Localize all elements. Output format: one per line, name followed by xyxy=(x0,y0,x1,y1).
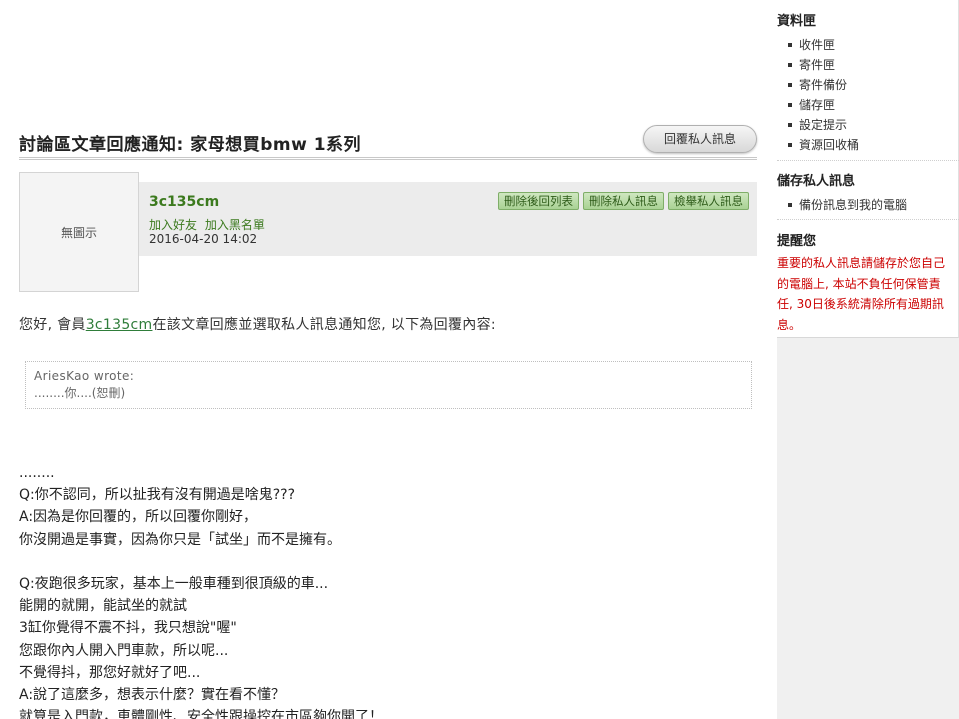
body-line: 能開的就開，能試坐的就試 xyxy=(19,598,187,615)
quote-block: AriesKao wrote: ........你....(恕刪) xyxy=(25,361,752,409)
add-friend-link[interactable]: 加入好友 xyxy=(149,218,197,232)
save-title: 儲存私人訊息 xyxy=(777,174,856,189)
add-blacklist-link[interactable]: 加入黑名單 xyxy=(205,218,265,232)
message-date: 2016-04-20 14:02 xyxy=(149,232,258,246)
quote-text: ........你....(恕刪) xyxy=(34,386,126,400)
reply-body: ........ Q:你不認同，所以扯我有沒有開過是啥鬼??? A:因為是你回覆… xyxy=(19,462,757,719)
quote-author: AriesKao wrote: xyxy=(34,369,135,383)
folder-outbox[interactable]: 寄件匣 xyxy=(777,55,959,75)
sidebar-divider xyxy=(777,219,959,220)
save-list: 備份訊息到我的電腦 xyxy=(777,195,959,215)
folder-trash[interactable]: 資源回收桶 xyxy=(777,135,959,155)
reminder-line: 重要的私人訊息請儲存於您自己 xyxy=(777,256,946,270)
delete-pm-button[interactable]: 刪除私人訊息 xyxy=(583,192,664,210)
reminder-line: 的電腦上, 本站不負任何保管責 xyxy=(777,276,941,291)
body-line xyxy=(19,551,757,573)
delete-back-button[interactable]: 刪除後回列表 xyxy=(498,192,579,210)
body-line: 3缸你覺得不震不抖，我只想說"喔" xyxy=(19,620,237,637)
folders-title: 資料匣 xyxy=(777,14,817,29)
intro-before: 您好, 會員 xyxy=(19,317,86,333)
body-line: 不覺得抖，那您好就好了吧... xyxy=(19,664,201,681)
message-actions: 刪除後回列表 刪除私人訊息 檢舉私人訊息 xyxy=(498,192,749,210)
body-line: 就算是入門款，車體剛性、安全性跟操控在市區夠你開了！ xyxy=(19,709,383,719)
main-content: 討論區文章回應通知: 家母想買bmw 1系列 回覆私人訊息 無圖示 3c135c… xyxy=(19,0,757,719)
body-line: 您跟你內人開入門車款，所以呢... xyxy=(19,642,229,659)
title-bar: 討論區文章回應通知: 家母想買bmw 1系列 回覆私人訊息 xyxy=(19,124,757,160)
sidebar-divider xyxy=(777,160,959,161)
save-section: 儲存私人訊息 備份訊息到我的電腦 xyxy=(777,170,959,215)
avatar: 無圖示 xyxy=(19,172,139,292)
reply-pm-button[interactable]: 回覆私人訊息 xyxy=(643,125,757,153)
sender-links: 加入好友 加入黑名單 xyxy=(149,216,269,233)
report-pm-button[interactable]: 檢舉私人訊息 xyxy=(668,192,749,210)
sender-panel: 無圖示 3c135cm 加入好友 加入黑名單 2016-04-20 14:02 … xyxy=(19,172,757,292)
body-line: ........ xyxy=(19,465,55,481)
body-line: Q:夜跑很多玩家，基本上一般車種到很頂級的車... xyxy=(19,575,329,592)
intro-after: 在該文章回應並選取私人訊息通知您, 以下為回覆內容: xyxy=(152,317,496,333)
body-line: A:因為是你回覆的，所以回覆你剛好， xyxy=(19,509,258,526)
reminder-line: 息。 xyxy=(777,317,802,332)
folders-section: 資料匣 收件匣 寄件匣 寄件備份 儲存匣 設定提示 資源回收桶 xyxy=(777,10,959,155)
folders-list: 收件匣 寄件匣 寄件備份 儲存匣 設定提示 資源回收桶 xyxy=(777,35,959,155)
body-line: Q:你不認同，所以扯我有沒有開過是啥鬼??? xyxy=(19,487,296,504)
folder-inbox[interactable]: 收件匣 xyxy=(777,35,959,55)
reminder-line: 任, 30日後系統清除所有過期訊 xyxy=(777,297,944,311)
backup-to-computer-link[interactable]: 備份訊息到我的電腦 xyxy=(777,195,959,215)
body-line: 你沒開過是事實，因為你只是「試坐」而不是擁有。 xyxy=(19,531,341,548)
sender-info: 3c135cm 加入好友 加入黑名單 2016-04-20 14:02 刪除後回… xyxy=(139,182,757,256)
sidebar: 資料匣 收件匣 寄件匣 寄件備份 儲存匣 設定提示 資源回收桶 儲存私人訊息 備… xyxy=(777,0,959,719)
intro-text: 您好, 會員3c135cm在該文章回應並選取私人訊息通知您, 以下為回覆內容: xyxy=(19,314,496,334)
body-line: A:說了這麼多，想表示什麼？實在看不懂？ xyxy=(19,686,286,703)
member-link[interactable]: 3c135cm xyxy=(86,317,153,333)
reminder-text: 重要的私人訊息請儲存於您自己 的電腦上, 本站不負任何保管責 任, 30日後系統… xyxy=(777,253,959,335)
page-title: 討論區文章回應通知: 家母想買bmw 1系列 xyxy=(19,135,362,155)
folder-notify-settings[interactable]: 設定提示 xyxy=(777,115,959,135)
folder-sent-backup[interactable]: 寄件備份 xyxy=(777,75,959,95)
reminder-title: 提醒您 xyxy=(777,234,817,249)
sidebar-panel: 資料匣 收件匣 寄件匣 寄件備份 儲存匣 設定提示 資源回收桶 儲存私人訊息 備… xyxy=(777,0,959,338)
sender-name-link[interactable]: 3c135cm xyxy=(149,194,219,210)
folder-saved[interactable]: 儲存匣 xyxy=(777,95,959,115)
reminder-section: 提醒您 重要的私人訊息請儲存於您自己 的電腦上, 本站不負任何保管責 任, 30… xyxy=(777,230,959,335)
